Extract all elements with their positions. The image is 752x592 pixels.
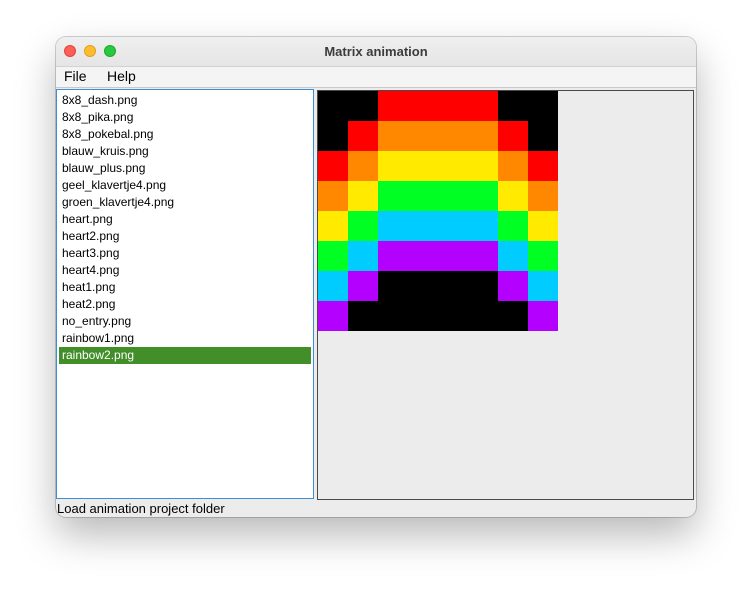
- file-list-item[interactable]: heart4.png: [59, 262, 311, 279]
- matrix-pixel-r3-c4: [438, 181, 468, 211]
- matrix-pixel-r3-c0: [318, 181, 348, 211]
- matrix-pixel-r1-c7: [528, 121, 558, 151]
- matrix-preview-panel: [317, 90, 694, 500]
- matrix-pixel-r5-c1: [348, 241, 378, 271]
- matrix-pixel-r4-c7: [528, 211, 558, 241]
- matrix-pixel-r3-c5: [468, 181, 498, 211]
- menu-bar: File Help: [56, 67, 696, 88]
- title-bar: Matrix animation: [56, 37, 696, 67]
- matrix-pixel-r7-c6: [498, 301, 528, 331]
- matrix-pixel-r3-c3: [408, 181, 438, 211]
- matrix-pixel-r4-c0: [318, 211, 348, 241]
- matrix-pixel-r0-c3: [408, 91, 438, 121]
- file-list-item[interactable]: heart3.png: [59, 245, 311, 262]
- matrix-pixel-r5-c2: [378, 241, 408, 271]
- matrix-pixel-r4-c4: [438, 211, 468, 241]
- matrix-pixel-r6-c2: [378, 271, 408, 301]
- matrix-pixel-r7-c2: [378, 301, 408, 331]
- matrix-pixel-r1-c3: [408, 121, 438, 151]
- matrix-pixel-r5-c5: [468, 241, 498, 271]
- file-list-item[interactable]: blauw_plus.png: [59, 160, 311, 177]
- matrix-pixel-r6-c1: [348, 271, 378, 301]
- file-list-item[interactable]: blauw_kruis.png: [59, 143, 311, 160]
- matrix-pixel-r4-c5: [468, 211, 498, 241]
- file-list-item[interactable]: heat2.png: [59, 296, 311, 313]
- matrix-pixel-r3-c6: [498, 181, 528, 211]
- menu-file[interactable]: File: [64, 68, 87, 84]
- file-list-item[interactable]: no_entry.png: [59, 313, 311, 330]
- matrix-pixel-r2-c7: [528, 151, 558, 181]
- status-bar: Load animation project folder: [57, 501, 225, 516]
- file-list-item[interactable]: 8x8_pokebal.png: [59, 126, 311, 143]
- matrix-pixel-r3-c7: [528, 181, 558, 211]
- matrix-pixel-r7-c3: [408, 301, 438, 331]
- file-list-item[interactable]: rainbow2.png: [59, 347, 311, 364]
- matrix-pixel-r2-c4: [438, 151, 468, 181]
- file-list-item[interactable]: groen_klavertje4.png: [59, 194, 311, 211]
- matrix-pixel-r0-c5: [468, 91, 498, 121]
- matrix-pixel-r2-c1: [348, 151, 378, 181]
- matrix-pixel-r5-c0: [318, 241, 348, 271]
- window-title: Matrix animation: [324, 44, 428, 59]
- matrix-pixel-r1-c2: [378, 121, 408, 151]
- matrix-pixel-r0-c4: [438, 91, 468, 121]
- matrix-pixel-r1-c6: [498, 121, 528, 151]
- matrix-pixel-r1-c1: [348, 121, 378, 151]
- matrix-pixel-r7-c7: [528, 301, 558, 331]
- app-window: Matrix animation File Help 8x8_dash.png 8…: [56, 37, 696, 517]
- matrix-pixel-r7-c1: [348, 301, 378, 331]
- matrix-pixel-r2-c0: [318, 151, 348, 181]
- matrix-pixel-r3-c2: [378, 181, 408, 211]
- matrix-pixel-r2-c3: [408, 151, 438, 181]
- matrix-pixel-r6-c5: [468, 271, 498, 301]
- matrix-pixel-r4-c2: [378, 211, 408, 241]
- file-list-item[interactable]: geel_klavertje4.png: [59, 177, 311, 194]
- file-list-item[interactable]: 8x8_pika.png: [59, 109, 311, 126]
- matrix-pixel-r2-c6: [498, 151, 528, 181]
- matrix-pixel-r4-c3: [408, 211, 438, 241]
- matrix-pixel-r1-c0: [318, 121, 348, 151]
- matrix-pixel-r4-c6: [498, 211, 528, 241]
- matrix-pixel-r5-c4: [438, 241, 468, 271]
- matrix-pixel-r6-c7: [528, 271, 558, 301]
- matrix-pixel-r0-c0: [318, 91, 348, 121]
- file-list-item[interactable]: 8x8_dash.png: [59, 92, 311, 109]
- file-list-item[interactable]: rainbow1.png: [59, 330, 311, 347]
- matrix-pixel-r7-c0: [318, 301, 348, 331]
- matrix-pixel-r6-c0: [318, 271, 348, 301]
- matrix-pixel-r3-c1: [348, 181, 378, 211]
- matrix-pixel-r2-c2: [378, 151, 408, 181]
- matrix-pixel-r0-c1: [348, 91, 378, 121]
- matrix-pixel-r5-c7: [528, 241, 558, 271]
- matrix-pixel-r0-c6: [498, 91, 528, 121]
- matrix-pixel-r0-c7: [528, 91, 558, 121]
- matrix-pixel-r7-c5: [468, 301, 498, 331]
- matrix-pixel-r5-c3: [408, 241, 438, 271]
- matrix-pixel-r4-c1: [348, 211, 378, 241]
- file-list-item[interactable]: heart.png: [59, 211, 311, 228]
- matrix-pixel-r1-c5: [468, 121, 498, 151]
- matrix-pixel-r1-c4: [438, 121, 468, 151]
- matrix-pixel-r5-c6: [498, 241, 528, 271]
- matrix-pixel-r7-c4: [438, 301, 468, 331]
- matrix-pixel-r6-c3: [408, 271, 438, 301]
- matrix-pixel-r6-c4: [438, 271, 468, 301]
- led-matrix-preview: [318, 91, 558, 331]
- matrix-pixel-r2-c5: [468, 151, 498, 181]
- matrix-pixel-r6-c6: [498, 271, 528, 301]
- file-list[interactable]: 8x8_dash.png 8x8_pika.png 8x8_pokebal.png b…: [56, 89, 314, 499]
- file-list-item[interactable]: heat1.png: [59, 279, 311, 296]
- file-list-item[interactable]: heart2.png: [59, 228, 311, 245]
- matrix-pixel-r0-c2: [378, 91, 408, 121]
- menu-help[interactable]: Help: [107, 68, 136, 84]
